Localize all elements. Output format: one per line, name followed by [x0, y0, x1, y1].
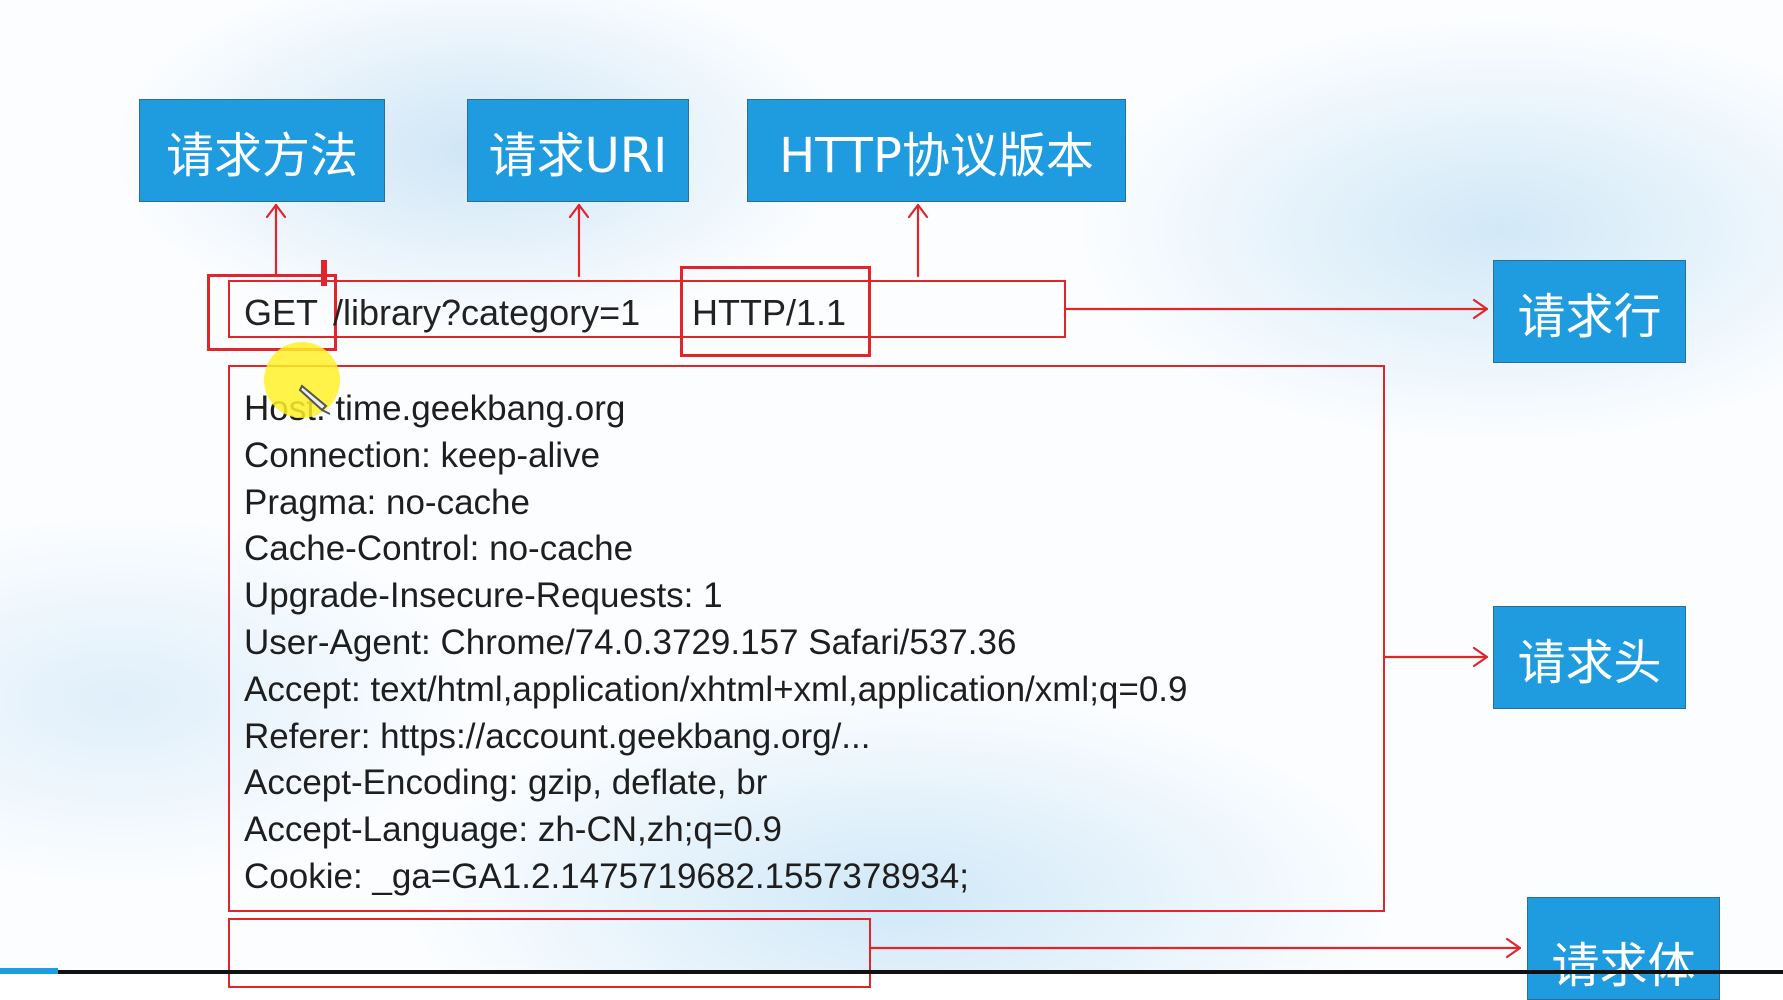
pencil-cursor-icon	[298, 384, 331, 415]
bottom-edge-bar	[0, 970, 1783, 974]
connector-arrows	[265, 203, 1522, 959]
bottom-progress-mark	[0, 968, 58, 974]
